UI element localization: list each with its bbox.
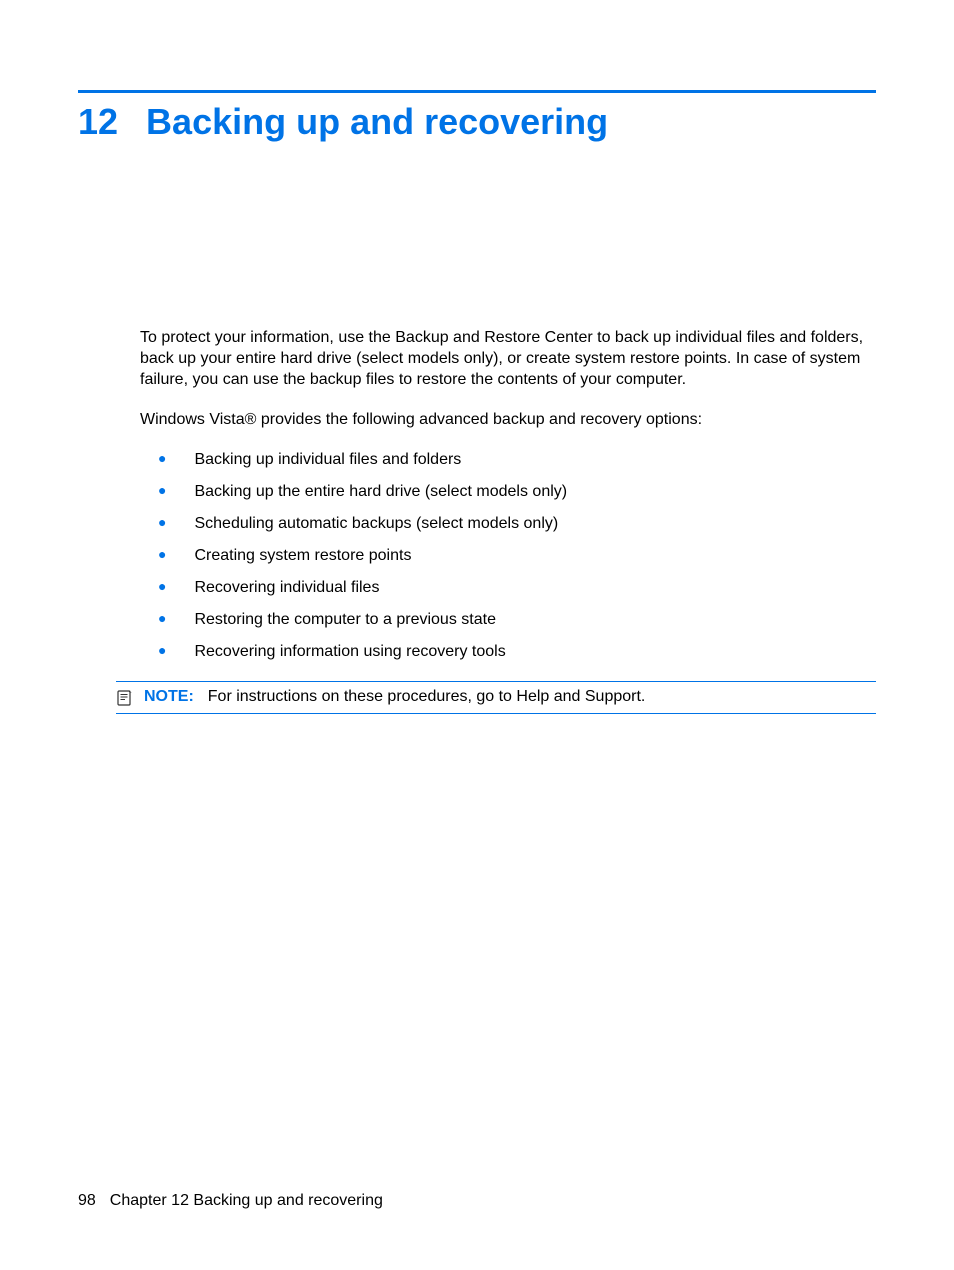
list-item: ● Backing up the entire hard drive (sele…: [140, 483, 876, 501]
list-item-text: Recovering information using recovery to…: [194, 643, 505, 661]
list-item: ● Scheduling automatic backups (select m…: [140, 515, 876, 533]
bullet-icon: ●: [158, 643, 166, 657]
chapter-heading: 12 Backing up and recovering: [78, 101, 876, 143]
list-item-text: Backing up individual files and folders: [194, 451, 461, 469]
list-item-text: Restoring the computer to a previous sta…: [194, 611, 496, 629]
list-item-text: Backing up the entire hard drive (select…: [194, 483, 567, 501]
options-list: ● Backing up individual files and folder…: [140, 451, 876, 661]
note-content: NOTE: For instructions on these procedure…: [144, 688, 645, 706]
note-icon: [116, 689, 134, 707]
bullet-icon: ●: [158, 579, 166, 593]
bullet-icon: ●: [158, 515, 166, 529]
options-intro-paragraph: Windows Vista® provides the following ad…: [140, 410, 876, 431]
chapter-rule: [78, 90, 876, 93]
note-box: NOTE: For instructions on these procedure…: [116, 681, 876, 714]
note-label: NOTE:: [144, 688, 194, 705]
list-item: ● Recovering information using recovery …: [140, 643, 876, 661]
list-item: ● Creating system restore points: [140, 547, 876, 565]
page-footer: 98 Chapter 12 Backing up and recovering: [78, 1192, 383, 1210]
list-item: ● Backing up individual files and folder…: [140, 451, 876, 469]
list-item-text: Recovering individual files: [194, 579, 379, 597]
list-item: ● Recovering individual files: [140, 579, 876, 597]
chapter-title: Backing up and recovering: [146, 101, 608, 143]
list-item-text: Scheduling automatic backups (select mod…: [194, 515, 558, 533]
page-number: 98: [78, 1192, 96, 1210]
note-text: For instructions on these procedures, go…: [208, 688, 646, 705]
body-text: To protect your information, use the Bac…: [140, 328, 876, 714]
footer-chapter-ref: Chapter 12 Backing up and recovering: [110, 1192, 383, 1210]
bullet-icon: ●: [158, 451, 166, 465]
intro-paragraph: To protect your information, use the Bac…: [140, 328, 876, 390]
document-page: 12 Backing up and recovering To protect …: [0, 0, 954, 1270]
bullet-icon: ●: [158, 611, 166, 625]
chapter-number: 12: [78, 101, 118, 143]
bullet-icon: ●: [158, 547, 166, 561]
list-item-text: Creating system restore points: [194, 547, 411, 565]
list-item: ● Restoring the computer to a previous s…: [140, 611, 876, 629]
bullet-icon: ●: [158, 483, 166, 497]
